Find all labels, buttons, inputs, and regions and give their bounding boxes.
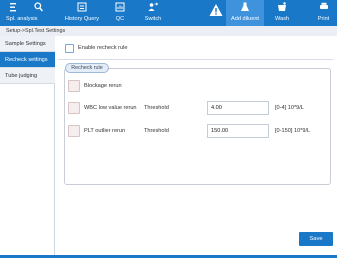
toolbar-label: QC: [115, 16, 125, 22]
wbc-threshold-range: [0-4] 10*9/L: [275, 105, 304, 111]
toolbar-print[interactable]: Print: [310, 0, 337, 26]
warning-icon[interactable]: [209, 3, 223, 17]
save-button[interactable]: Save: [299, 232, 333, 246]
sidebar-item-label: Recheck settings: [5, 57, 48, 63]
toolbar-wash[interactable]: Wash: [264, 0, 300, 26]
sidebar-item-sample-settings[interactable]: Sample Settings: [0, 36, 55, 52]
toolbar-label: Print: [317, 16, 330, 22]
toolbar-label: Spl. analysis: [6, 16, 38, 22]
wash-icon: [278, 2, 286, 11]
blockage-rerun-checkbox[interactable]: [68, 80, 80, 92]
wbc-threshold-input[interactable]: 4.00: [207, 101, 269, 115]
qc-icon: [115, 2, 125, 12]
plt-threshold-input[interactable]: 150.00: [207, 124, 269, 138]
toolbar-label: Wash: [274, 16, 290, 22]
toolbar-spl-analysis[interactable]: Spl. analysis: [2, 0, 52, 26]
blockage-rerun-label: Blockage rerun: [84, 83, 122, 89]
wbc-low-rerun-label: WBC low value rerun: [84, 105, 137, 111]
toolbar-switch[interactable]: Switch: [140, 0, 166, 26]
divider: [58, 59, 333, 60]
sidebar-item-label: Sample Settings: [5, 41, 46, 47]
sidebar: Sample Settings Recheck settings Tube ju…: [0, 36, 55, 258]
sidebar-item-recheck-settings[interactable]: Recheck settings: [0, 52, 55, 68]
toolbar-add-diluent[interactable]: Add diluent: [226, 0, 264, 26]
user-switch-icon: [148, 2, 158, 11]
plt-outlier-rerun-label: PLT outlier rerun: [84, 128, 126, 134]
top-toolbar: Spl. analysis History Query QC Switch Ad…: [0, 0, 337, 26]
toolbar-qc[interactable]: QC: [108, 0, 132, 26]
breadcrumb: Setup->Spl.Test Settings: [0, 26, 337, 36]
plt-threshold-range: [0-150] 10*9/L: [275, 128, 311, 134]
enable-recheck-label: Enable recheck rule: [78, 45, 128, 51]
flask-icon: [241, 2, 249, 11]
sidebar-item-tube-judging[interactable]: Tube judging: [0, 68, 55, 84]
breadcrumb-text: Setup->Spl.Test Settings: [6, 28, 66, 34]
wbc-threshold-label: Threshold: [144, 105, 169, 111]
settings-panel: Enable recheck rule Recheck rule Blockag…: [56, 36, 337, 258]
enable-recheck-checkbox[interactable]: [65, 44, 74, 53]
print-icon: [319, 2, 328, 9]
toolbar-history-query[interactable]: History Query: [64, 0, 100, 26]
toolbar-label: History Query: [64, 16, 100, 22]
recheck-rule-title: Recheck rule: [65, 63, 109, 73]
history-icon: [77, 2, 87, 12]
menu-icon: [10, 3, 16, 12]
search-icon: [34, 2, 43, 12]
toolbar-label: Switch: [144, 16, 162, 22]
plt-outlier-rerun-checkbox[interactable]: [68, 125, 80, 137]
wbc-low-rerun-checkbox[interactable]: [68, 102, 80, 114]
toolbar-label: Add diluent: [231, 16, 259, 22]
sidebar-item-label: Tube judging: [5, 73, 38, 79]
plt-threshold-label: Threshold: [144, 128, 169, 134]
